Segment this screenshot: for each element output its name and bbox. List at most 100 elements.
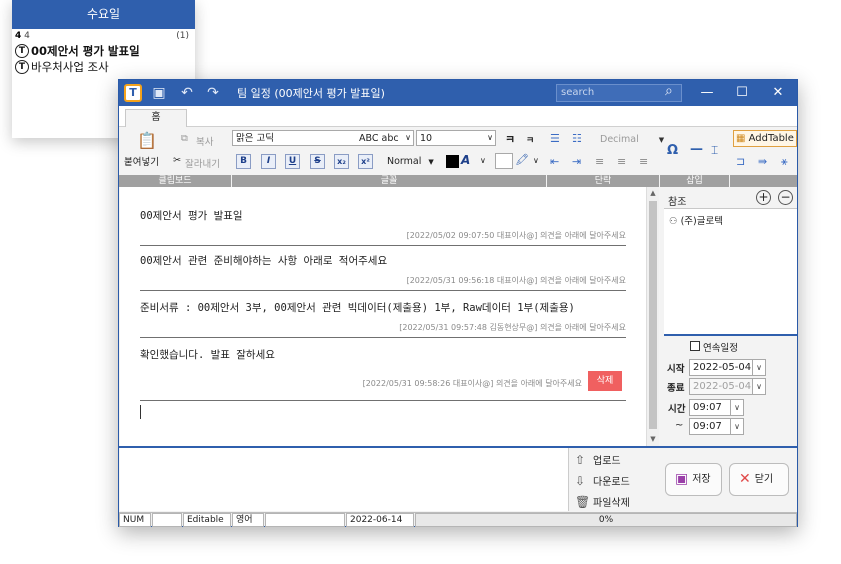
copy-button[interactable]: 복사 bbox=[196, 134, 213, 148]
undo-icon[interactable]: ↶ bbox=[178, 84, 196, 102]
split-cell-icon[interactable]: ⚹ bbox=[781, 155, 788, 169]
schedule-window: T ▣ ↶ ↷ 팀 일정 (00제안서 평가 발표일) search ⌕ — ☐… bbox=[118, 79, 798, 527]
group-label-insert: 삽입 bbox=[660, 175, 729, 187]
ribbon-toolbar: 📋 붙여넣기 ⧉ 복사 ✂ 잘라내기 맑은 고딕 ABC abc ∨ 10 ∨ … bbox=[119, 127, 797, 187]
indent-icon[interactable]: ⇥ bbox=[572, 155, 581, 168]
insert-column-icon[interactable]: ⊐ bbox=[736, 155, 745, 168]
strikethrough-button[interactable]: S bbox=[310, 154, 325, 169]
delete-comment-button[interactable]: 삭제 bbox=[588, 371, 622, 391]
end-time-select[interactable]: 09:07 ∨ bbox=[689, 418, 744, 435]
status-empty-cell bbox=[265, 513, 345, 527]
input-language-indicator: 영어 bbox=[232, 513, 264, 527]
continuous-checkbox[interactable] bbox=[690, 341, 700, 351]
redo-icon[interactable]: ↷ bbox=[204, 84, 222, 102]
font-preview: ABC abc bbox=[359, 133, 399, 144]
text-color-swatch[interactable] bbox=[446, 155, 459, 168]
download-label: 다운로드 bbox=[593, 477, 630, 488]
upload-button[interactable]: ⇧ 업로드 bbox=[575, 452, 621, 467]
font-family-value: 맑은 고딕 bbox=[236, 133, 274, 144]
paragraph-style-select[interactable]: Normal ▼ bbox=[387, 156, 434, 167]
group-label-clipboard: 클립보드 bbox=[119, 175, 231, 187]
team-event-icon: T bbox=[15, 60, 29, 74]
chevron-down-icon[interactable]: ∨ bbox=[533, 156, 539, 165]
attachment-list[interactable] bbox=[120, 448, 569, 511]
maximize-button[interactable]: ☐ bbox=[731, 83, 753, 103]
superscript-button[interactable]: x² bbox=[358, 154, 373, 169]
download-button[interactable]: ⇩ 다운로드 bbox=[575, 473, 630, 488]
delete-file-button[interactable]: 🗑 파일삭제 bbox=[575, 494, 630, 509]
message-divider bbox=[140, 290, 626, 291]
close-window-button[interactable]: ✕ bbox=[767, 83, 789, 103]
chevron-down-icon[interactable]: ∨ bbox=[480, 156, 486, 165]
remove-reference-icon[interactable]: − bbox=[778, 190, 793, 205]
side-panel: 참조 + − ⚇ (주)글로텍 연속일정 시작 2022-05-04 ∨ 종료 … bbox=[662, 187, 797, 446]
time-range-separator: ~ bbox=[675, 420, 684, 431]
end-date-select[interactable]: 2022-05-04 ∨ bbox=[689, 378, 766, 395]
outdent-icon[interactable]: ⇤ bbox=[550, 155, 559, 168]
side-divider bbox=[664, 334, 797, 336]
font-size-select[interactable]: 10 ∨ bbox=[416, 130, 496, 146]
end-date-value: 2022-05-04 bbox=[693, 381, 752, 392]
ribbon-tab-row: 홈 bbox=[119, 106, 797, 127]
scroll-down-icon[interactable]: ▼ bbox=[647, 433, 659, 445]
italic-button[interactable]: I bbox=[261, 154, 276, 169]
message-item: 확인했습니다. 발표 잘하세요 [2022/05/31 09:58:26 대표이… bbox=[140, 347, 626, 401]
cut-button[interactable]: 잘라내기 bbox=[185, 156, 220, 170]
reference-item[interactable]: ⚇ (주)글로텍 bbox=[669, 213, 723, 227]
calendar-day-number-secondary: 4 bbox=[24, 31, 30, 41]
message-item: 00제안서 평가 발표일 [2022/05/02 09:07:50 대표이사@]… bbox=[140, 208, 626, 246]
shrink-font-icon[interactable]: ㅋ bbox=[526, 133, 534, 146]
align-left-icon[interactable]: ≡ bbox=[595, 155, 604, 168]
save-icon[interactable]: ▣ bbox=[150, 84, 168, 102]
calendar-event-count: (1) bbox=[176, 31, 189, 41]
start-date-select[interactable]: 2022-05-04 ∨ bbox=[689, 359, 766, 376]
tab-home[interactable]: 홈 bbox=[125, 109, 187, 127]
omega-symbol-icon[interactable]: Ω bbox=[667, 143, 678, 158]
minimize-button[interactable]: — bbox=[696, 83, 718, 103]
start-date-value: 2022-05-04 bbox=[693, 362, 752, 373]
font-family-select[interactable]: 맑은 고딕 ABC abc ∨ bbox=[232, 130, 414, 146]
editor-scrollbar[interactable]: ▲ ▼ bbox=[646, 187, 659, 446]
add-reference-icon[interactable]: + bbox=[756, 190, 771, 205]
numbered-list-icon[interactable]: ☷ bbox=[572, 132, 582, 145]
highlight-color-swatch[interactable] bbox=[495, 153, 513, 169]
editor-area[interactable]: 00제안서 평가 발표일 [2022/05/02 09:07:50 대표이사@]… bbox=[120, 187, 646, 446]
end-time-value: 09:07 bbox=[693, 421, 722, 432]
font-color-icon[interactable]: A bbox=[461, 153, 470, 167]
grow-font-icon[interactable]: ㅋ bbox=[505, 131, 515, 147]
window-title: 팀 일정 (00제안서 평가 발표일) bbox=[237, 87, 385, 100]
message-divider bbox=[140, 337, 626, 338]
align-center-icon[interactable]: ≡ bbox=[617, 155, 626, 168]
group-label-paragraph: 단락 bbox=[547, 175, 659, 187]
save-button[interactable]: ▣ 저장 bbox=[665, 463, 722, 496]
horizontal-rule-icon[interactable]: — bbox=[690, 142, 703, 157]
close-button[interactable]: ✕ 닫기 bbox=[729, 463, 789, 496]
reference-list: ⚇ (주)글로텍 bbox=[664, 208, 797, 334]
bullet-list-icon[interactable]: ☰ bbox=[550, 132, 560, 145]
subscript-button[interactable]: x₂ bbox=[334, 154, 349, 169]
calendar-event[interactable]: T 바우처사업 조사 bbox=[12, 59, 195, 75]
scroll-up-icon[interactable]: ▲ bbox=[647, 187, 659, 199]
table-icon: ▦ bbox=[736, 133, 746, 144]
message-meta: [2022/05/31 09:57:48 김동현상무@] 의견을 아래에 달아주… bbox=[399, 323, 626, 332]
num-lock-indicator: NUM bbox=[119, 513, 151, 527]
highlight-icon[interactable]: 🖍 bbox=[515, 153, 529, 166]
start-time-select[interactable]: 09:07 ∨ bbox=[689, 399, 744, 416]
add-table-button[interactable]: ▦ AddTable bbox=[733, 130, 797, 147]
list-style-select[interactable]: Decimal ▼ bbox=[600, 134, 664, 145]
align-right-icon[interactable]: ≡ bbox=[639, 155, 648, 168]
scrollbar-thumb[interactable] bbox=[649, 201, 657, 429]
page-break-icon[interactable]: ⌶ bbox=[711, 143, 718, 158]
underline-button[interactable]: U bbox=[285, 154, 300, 169]
continuous-label: 연속일정 bbox=[703, 343, 738, 354]
calendar-event[interactable]: T 00제안서 평가 발표일 bbox=[12, 43, 195, 59]
search-icon[interactable]: ⌕ bbox=[665, 83, 673, 99]
chevron-down-icon: ∨ bbox=[752, 360, 765, 375]
team-event-icon: T bbox=[15, 44, 29, 58]
copy-icon: ⧉ bbox=[181, 133, 188, 144]
paste-button[interactable]: 붙여넣기 bbox=[124, 154, 159, 168]
bold-button[interactable]: B bbox=[236, 154, 251, 169]
insert-row-icon[interactable]: ⇛ bbox=[758, 155, 767, 168]
download-icon: ⇩ bbox=[575, 474, 586, 488]
search-input[interactable]: search bbox=[556, 84, 682, 102]
